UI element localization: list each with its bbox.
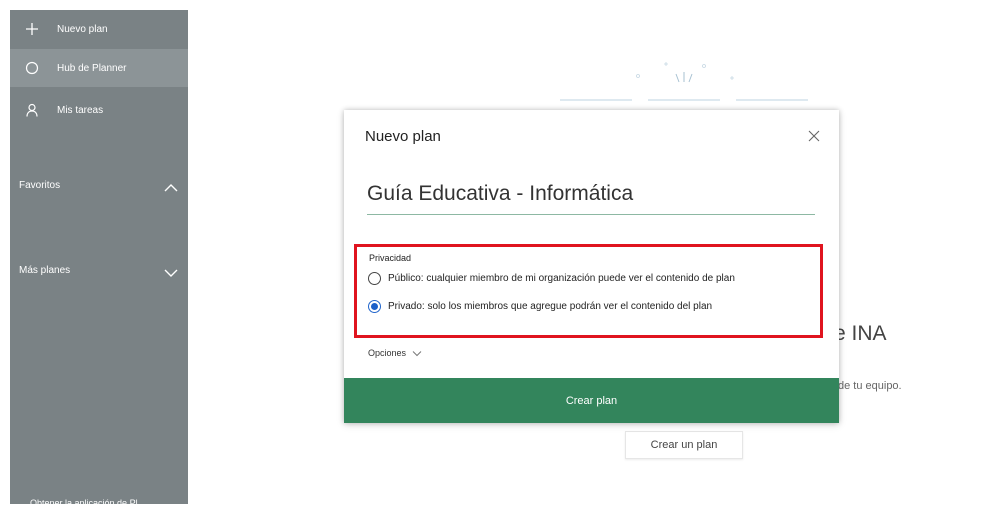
plan-name-input[interactable] bbox=[367, 178, 815, 215]
privacy-option-private[interactable]: Privado: solo los miembros que agregue p… bbox=[368, 300, 712, 313]
close-icon[interactable] bbox=[806, 128, 822, 144]
create-plan-background-button[interactable]: Crear un plan bbox=[625, 431, 743, 459]
privacy-section: Privacidad Público: cualquier miembro de… bbox=[354, 244, 823, 338]
new-plan-dialog: Nuevo plan Privacidad Público: cualquier… bbox=[344, 110, 839, 423]
more-plans-label: Más planes bbox=[19, 264, 71, 276]
public-option-label: Público: cualquier miembro de mi organiz… bbox=[388, 273, 735, 284]
circle-icon bbox=[25, 61, 39, 75]
sidebar-item-my-tasks[interactable]: Mis tareas bbox=[10, 91, 188, 129]
plus-icon bbox=[25, 22, 39, 36]
sidebar-item-label: Mis tareas bbox=[57, 104, 104, 116]
background-subtitle: de tu equipo. bbox=[838, 380, 902, 392]
chevron-up-icon bbox=[164, 180, 178, 192]
privacy-option-public[interactable]: Público: cualquier miembro de mi organiz… bbox=[368, 272, 735, 285]
favorites-label: Favoritos bbox=[19, 179, 61, 191]
chevron-down-icon bbox=[412, 344, 422, 362]
dialog-title: Nuevo plan bbox=[365, 128, 441, 145]
options-toggle[interactable]: Opciones bbox=[368, 344, 422, 362]
private-radio[interactable] bbox=[368, 300, 381, 313]
sidebar-item-planner-hub[interactable]: Hub de Planner bbox=[10, 49, 188, 87]
person-icon bbox=[25, 103, 39, 117]
planner-illustration bbox=[560, 62, 808, 101]
sidebar-item-label: Nuevo plan bbox=[57, 23, 108, 35]
create-plan-button[interactable]: Crear plan bbox=[344, 378, 839, 423]
background-plan-title: e INA bbox=[834, 322, 887, 345]
sidebar-item-label: Hub de Planner bbox=[57, 62, 127, 74]
sidebar: Nuevo plan Hub de Planner Mis tareas Fav… bbox=[10, 10, 188, 508]
more-plans-section-toggle[interactable]: Más planes bbox=[10, 260, 188, 280]
privacy-label: Privacidad bbox=[369, 253, 412, 263]
get-app-link[interactable]: Obtener la aplicación de Pl... bbox=[30, 498, 200, 508]
favorites-section-toggle[interactable]: Favoritos bbox=[10, 175, 188, 195]
options-label: Opciones bbox=[368, 348, 407, 358]
private-option-label: Privado: solo los miembros que agregue p… bbox=[388, 301, 713, 312]
chevron-down-icon bbox=[164, 265, 178, 277]
sidebar-item-new-plan[interactable]: Nuevo plan bbox=[10, 10, 188, 48]
public-radio[interactable] bbox=[368, 272, 381, 285]
